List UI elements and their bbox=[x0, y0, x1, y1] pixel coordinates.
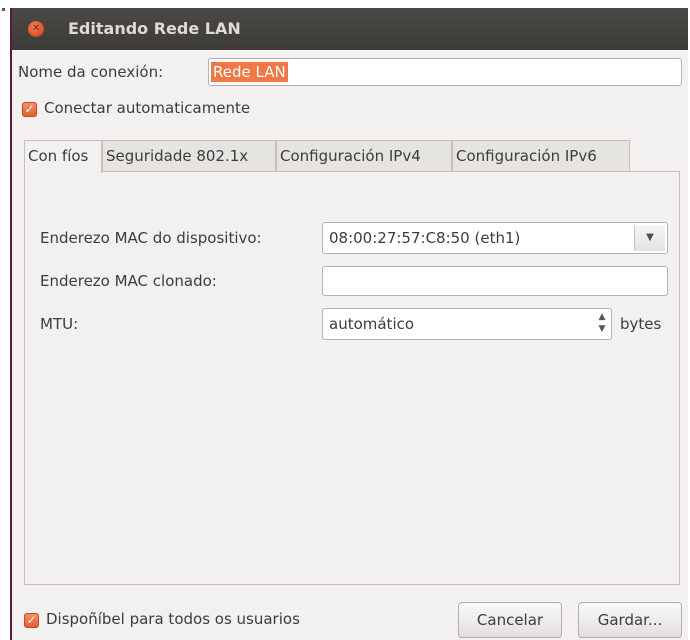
cancel-button[interactable]: Cancelar bbox=[458, 602, 562, 638]
titlebar: ✕ Editando Rede LAN bbox=[12, 8, 688, 50]
device-mac-label: Enderezo MAC do dispositivo: bbox=[40, 229, 262, 247]
mtu-unit: bytes bbox=[620, 315, 662, 333]
tab-8021x-security[interactable]: Seguridade 802.1x bbox=[102, 140, 276, 172]
check-icon: ✓ bbox=[24, 102, 35, 116]
cloned-mac-input[interactable] bbox=[322, 266, 668, 296]
autoconnect-label: Conectar automaticamente bbox=[44, 99, 251, 117]
connection-name-input[interactable]: Rede LAN bbox=[208, 58, 682, 86]
outer-margin bbox=[0, 0, 10, 640]
tab-ipv4-settings[interactable]: Configuración IPv4 bbox=[276, 140, 452, 172]
spin-arrows-icon[interactable]: ▲ ▼ bbox=[595, 311, 609, 337]
save-button[interactable]: Gardar... bbox=[578, 602, 682, 638]
bullet-dot bbox=[2, 8, 5, 11]
all-users-checkbox[interactable]: ✓ bbox=[24, 613, 39, 628]
chevron-down-icon[interactable]: ▼ bbox=[634, 225, 665, 251]
window-title: Editando Rede LAN bbox=[68, 19, 241, 38]
device-mac-value: 08:00:27:57:C8:50 (eth1) bbox=[329, 229, 521, 247]
mtu-value: automático bbox=[329, 315, 415, 333]
mtu-label: MTU: bbox=[40, 315, 79, 333]
cloned-mac-label: Enderezo MAC clonado: bbox=[40, 272, 217, 290]
mtu-spinbutton[interactable]: automático ▲ ▼ bbox=[322, 308, 612, 340]
tab-wired[interactable]: Con fíos bbox=[24, 140, 102, 173]
all-users-label: Dispoñíbel para todos os usuarios bbox=[46, 610, 300, 628]
connection-name-label: Nome da conexión: bbox=[18, 63, 164, 81]
autoconnect-checkbox[interactable]: ✓ bbox=[22, 102, 37, 117]
device-mac-combo[interactable]: 08:00:27:57:C8:50 (eth1) ▼ bbox=[322, 222, 668, 254]
check-icon: ✓ bbox=[26, 613, 37, 627]
edit-connection-dialog: ✕ Editando Rede LAN Nome da conexión: Re… bbox=[10, 8, 688, 640]
close-icon[interactable]: ✕ bbox=[28, 21, 44, 37]
tab-ipv6-settings[interactable]: Configuración IPv6 bbox=[452, 140, 630, 172]
connection-name-value: Rede LAN bbox=[211, 62, 288, 82]
